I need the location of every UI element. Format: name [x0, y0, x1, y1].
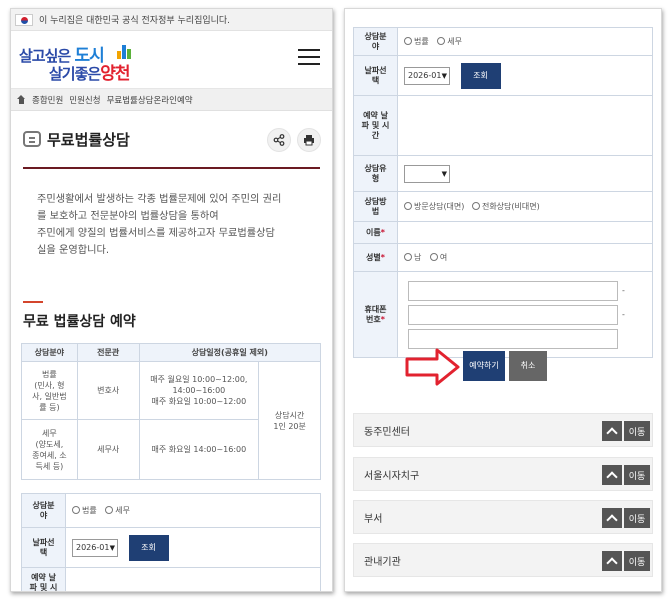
chevron-up-icon[interactable] — [602, 465, 622, 485]
logo-line2b: 양천 — [100, 64, 130, 84]
name-input[interactable] — [397, 221, 653, 244]
breadcrumb-item[interactable]: 무료법률상담온라인예약 — [107, 94, 193, 106]
go-button[interactable]: 이동 — [624, 551, 650, 571]
korea-flag-icon — [15, 13, 33, 26]
table-header: 상담일정(공휴일 제외) — [138, 343, 322, 362]
site-header: 살고싶은 도시 살기좋은양천 — [11, 31, 332, 89]
gov-banner-text: 이 누리집은 대한민국 공식 전자정부 누리집입니다. — [39, 16, 231, 26]
accordion-agencies[interactable]: 관내기관 이동 — [353, 543, 653, 577]
breadcrumb: 종합민원 민원신청 무료법률상담온라인예약 — [11, 89, 332, 111]
right-screenshot-panel: 상담분야 법률 세무 날파선택 2026-01 조회 예약 날파 및 시간 상담… — [344, 8, 662, 592]
radio-male[interactable] — [404, 253, 412, 261]
go-button[interactable]: 이동 — [624, 421, 650, 441]
go-button[interactable]: 이동 — [624, 465, 650, 485]
consult-type-select[interactable] — [404, 164, 450, 183]
chevron-up-icon[interactable] — [602, 421, 622, 441]
hamburger-menu-icon[interactable] — [298, 49, 320, 65]
radio-tax[interactable] — [105, 506, 114, 514]
intro-text: 주민생활에서 발생하는 각종 법률문제에 있어 주민의 권리 를 보호하고 전문… — [37, 194, 282, 256]
table-header: 상담분야 — [21, 343, 78, 362]
radio-phone[interactable] — [471, 202, 480, 210]
lookup-button[interactable]: 조회 — [128, 534, 169, 561]
section-title: 무료 법률상담 예약 — [23, 314, 136, 330]
accordion-seoul-districts[interactable]: 서울시자치구 이동 — [353, 457, 653, 491]
radio-law[interactable] — [404, 37, 412, 45]
page-title-row: 무료법률상담 — [23, 111, 321, 169]
radio-tax[interactable] — [437, 37, 446, 45]
table-row: 법률 (민사, 형 사, 일반법 률 등) 변호사 매주 월요일 10:00~1… — [21, 361, 321, 480]
logo-line2a: 살기좋은 — [49, 65, 101, 83]
chevron-up-icon[interactable] — [602, 551, 622, 571]
print-icon[interactable] — [297, 128, 321, 152]
lookup-button[interactable]: 조회 — [460, 62, 501, 89]
gov-banner: 이 누리집은 대한민국 공식 전자정부 누리집입니다. — [11, 9, 332, 31]
accordion-departments[interactable]: 부서 이동 — [353, 500, 653, 534]
month-select[interactable]: 2026-01 — [404, 66, 450, 85]
arrow-right-icon — [405, 348, 460, 386]
site-logo[interactable]: 살고싶은 도시 살기좋은양천 — [19, 41, 189, 84]
phone-input-2[interactable] — [408, 304, 618, 325]
page-title: 무료법률상담 — [47, 131, 130, 149]
breadcrumb-item[interactable]: 민원신청 — [69, 94, 100, 106]
home-icon[interactable] — [17, 95, 26, 104]
logo-building-icon — [117, 43, 135, 59]
go-button[interactable]: 이동 — [624, 508, 650, 528]
radio-visit[interactable] — [404, 202, 412, 210]
schedule-table: 상담분야 전문관 상담일정(공휴일 제외) 법률 (민사, 형 사, 일반법 률… — [21, 343, 322, 480]
chevron-up-icon[interactable] — [602, 508, 622, 528]
phone-input-1[interactable] — [408, 280, 618, 301]
reservation-form: 상담분야 법률 세무 날파선택 2026-01 조회 예약 날파 및 시간 상담… — [353, 27, 653, 358]
consult-icon — [23, 131, 41, 147]
reserve-button[interactable]: 예약하기 — [463, 351, 505, 381]
radio-law[interactable] — [72, 506, 80, 514]
table-header: 전문관 — [76, 343, 140, 362]
radio-female[interactable] — [429, 253, 438, 261]
share-icon[interactable] — [267, 128, 291, 152]
left-screenshot-panel: 이 누리집은 대한민국 공식 전자정부 누리집입니다. 살고싶은 도시 살기좋은… — [10, 8, 333, 592]
cancel-button[interactable]: 취소 — [509, 351, 547, 381]
breadcrumb-item[interactable]: 종합민원 — [32, 94, 63, 106]
section-accent-bar — [23, 301, 43, 303]
reservation-form-top: 상담분야 법률 세무 날파선택 2026-01 조회 예약 날파 및 시 — [21, 493, 321, 591]
accordion-community-center[interactable]: 동주민센터 이동 — [353, 413, 653, 447]
month-select[interactable]: 2026-01 — [72, 538, 118, 557]
phone-input-3[interactable] — [408, 328, 618, 349]
